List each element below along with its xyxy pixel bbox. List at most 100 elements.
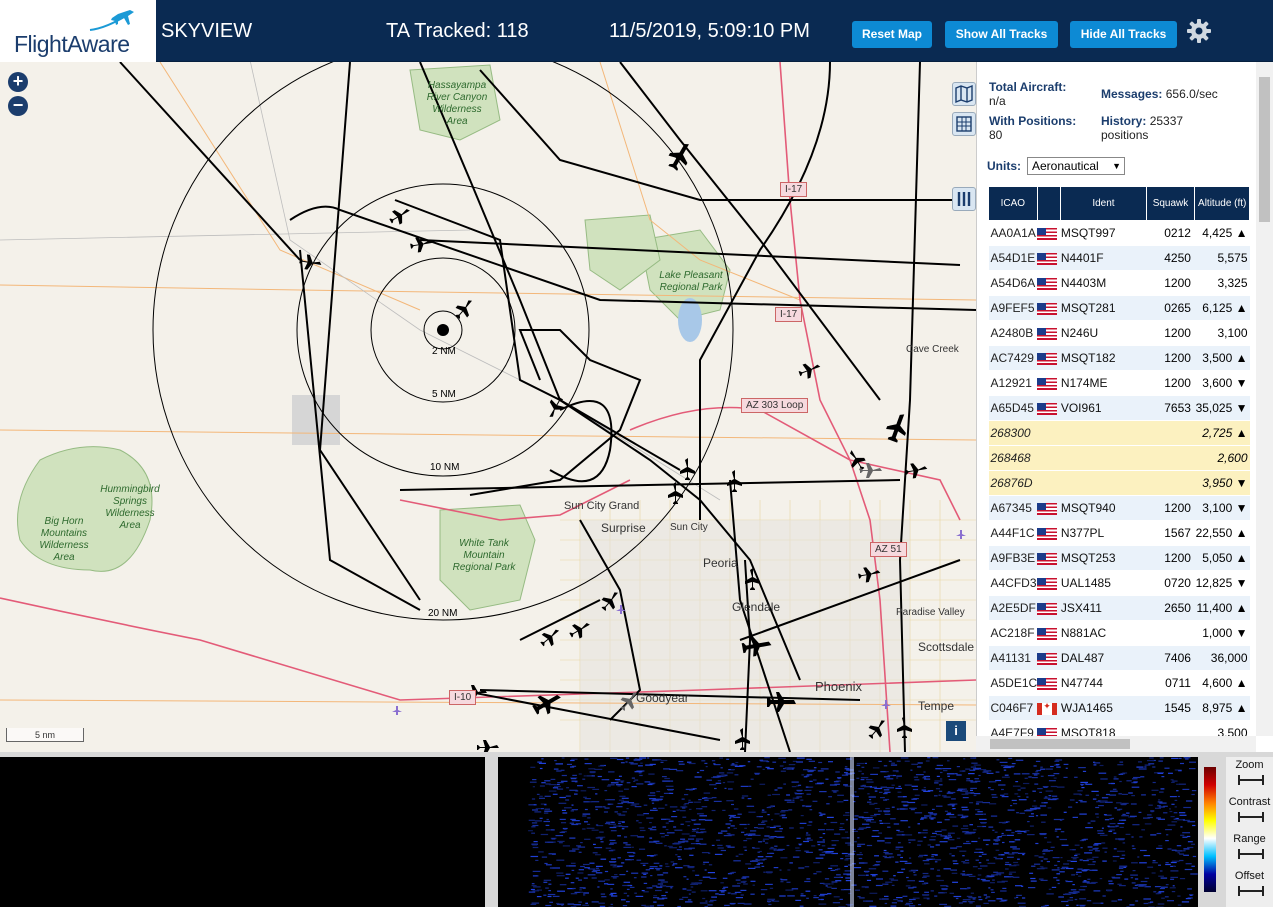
table-row[interactable]: 268468 2,600	[988, 445, 1250, 471]
total-aircraft-value: n/a	[989, 94, 1006, 108]
with-positions-label: With Positions:	[989, 114, 1077, 128]
cell-squawk: 1200	[1146, 545, 1195, 571]
cell-squawk	[1146, 470, 1195, 496]
column-header-icao[interactable]: ICAO	[988, 186, 1038, 221]
cell-squawk: 7653	[1146, 395, 1195, 421]
cell-ident	[1060, 420, 1147, 446]
column-header-squawk[interactable]: Squawk	[1145, 186, 1196, 221]
cell-squawk: 1567	[1146, 520, 1195, 546]
city-label: Paradise Valley	[896, 607, 965, 618]
cell-squawk: 1200	[1146, 320, 1195, 346]
cell-flag	[1037, 245, 1061, 271]
cell-icao: A54D1E	[988, 245, 1038, 271]
table-row[interactable]: A65D45 VOI961 7653 35,025 ▼	[988, 395, 1250, 421]
zoom-out-button[interactable]: −	[8, 96, 28, 116]
hide-all-tracks-button[interactable]: Hide All Tracks	[1070, 21, 1177, 48]
flag-us-icon	[1037, 602, 1058, 615]
offset-label: Offset	[1234, 870, 1265, 882]
table-row[interactable]: A12921 N174ME 1200 3,600 ▼	[988, 370, 1250, 396]
columns-toggle-icon[interactable]	[952, 187, 976, 211]
cell-flag	[1037, 220, 1061, 246]
cell-altitude: 5,575	[1194, 245, 1250, 271]
table-row[interactable]: AA0A1A MSQT997 0212 4,425 ▲	[988, 220, 1250, 246]
info-icon[interactable]: i	[946, 721, 966, 741]
map-layers-icon[interactable]	[952, 82, 976, 106]
horizontal-scrollbar[interactable]	[976, 736, 1256, 752]
cell-altitude: 3,950 ▼	[1194, 470, 1250, 496]
vertical-scrollbar[interactable]	[1256, 62, 1273, 736]
timestamp: 11/5/2019, 5:09:10 PM	[609, 20, 810, 42]
table-row[interactable]: A5DE1C N47744 0711 4,600 ▲	[988, 670, 1250, 696]
table-row[interactable]: A44F1C N377PL 1567 22,550 ▲	[988, 520, 1250, 546]
flightaware-logo[interactable]: FlightAware	[0, 0, 156, 62]
table-row[interactable]: C046F7 WJA146515458,975 ▲	[988, 695, 1250, 721]
cell-altitude: 4,425 ▲	[1194, 220, 1250, 246]
contrast-slider[interactable]	[1238, 812, 1264, 822]
flag-us-icon	[1037, 377, 1058, 390]
cell-altitude: 11,400 ▲	[1194, 595, 1250, 621]
zoom-slider[interactable]	[1238, 775, 1264, 785]
table-row[interactable]: AC218F N881AC 1,000 ▼	[988, 620, 1250, 646]
table-row[interactable]: A54D6A N4403M 1200 3,325	[988, 270, 1250, 296]
range-slider[interactable]	[1238, 849, 1264, 859]
flag-ca-icon	[1037, 701, 1058, 715]
units-select[interactable]: Aeronautical ▼	[1027, 157, 1125, 175]
cell-icao: 268468	[988, 445, 1038, 471]
aircraft-panel: Total Aircraft: n/a With Positions: 80 M…	[976, 62, 1273, 752]
zoom-in-button[interactable]: +	[8, 72, 28, 92]
table-row[interactable]: A41131 DAL487 7406 36,000	[988, 645, 1250, 671]
cell-squawk: 1200	[1146, 370, 1195, 396]
table-row[interactable]: A9FEF5 MSQT281 0265 6,125 ▲	[988, 295, 1250, 321]
cell-ident	[1060, 470, 1147, 496]
column-header-flag[interactable]	[1036, 186, 1062, 221]
cell-squawk: 7406	[1146, 645, 1195, 671]
cell-ident	[1060, 445, 1147, 471]
cell-altitude: 2,600	[1194, 445, 1250, 471]
cell-flag	[1037, 320, 1061, 346]
offset-slider[interactable]	[1238, 886, 1264, 896]
table-row[interactable]: 268300 2,725 ▲	[988, 420, 1250, 446]
column-header-altitude[interactable]: Altitude (ft)	[1194, 186, 1250, 221]
flag-us-icon	[1037, 652, 1058, 665]
cell-altitude: 36,000	[1194, 645, 1250, 671]
grid-icon[interactable]	[952, 112, 976, 136]
history-stat: History: 25337 positions	[1101, 114, 1211, 142]
highway-shield: I-17	[775, 307, 803, 322]
table-row[interactable]: AC7429 MSQT182 1200 3,500 ▲	[988, 345, 1250, 371]
cell-altitude: 5,050 ▲	[1194, 545, 1250, 571]
area-label: Big Horn Mountains Wilderness Area	[39, 516, 89, 563]
city-label: Cave Creek	[906, 344, 959, 355]
cell-ident: WJA1465	[1060, 695, 1147, 721]
zoom-label: Zoom	[1235, 759, 1264, 771]
cell-icao: A41131	[988, 645, 1038, 671]
scroll-thumb[interactable]	[990, 739, 1130, 749]
scroll-thumb[interactable]	[1259, 77, 1270, 222]
table-row[interactable]: A54D1E N4401F 4250 5,575	[988, 245, 1250, 271]
messages-stat: Messages: 656.0/sec	[1101, 87, 1218, 101]
table-row[interactable]: A4CFD3 UAL1485 0720 12,825 ▼	[988, 570, 1250, 596]
cell-flag	[1037, 370, 1061, 396]
cell-altitude: 3,600 ▼	[1194, 370, 1250, 396]
table-row[interactable]: A2480B N246U 1200 3,100	[988, 320, 1250, 346]
show-all-tracks-button[interactable]: Show All Tracks	[945, 21, 1058, 48]
cell-squawk: 2650	[1146, 595, 1195, 621]
cell-icao: A67345	[988, 495, 1038, 521]
reset-map-button[interactable]: Reset Map	[852, 21, 932, 48]
table-row[interactable]: A2E5DF JSX411 2650 11,400 ▲	[988, 595, 1250, 621]
map-canvas[interactable]	[0, 62, 976, 752]
flag-us-icon	[1037, 252, 1058, 265]
ring-label-20nm: 20 NM	[428, 608, 458, 619]
table-row[interactable]: A9FB3E MSQT253 1200 5,050 ▲	[988, 545, 1250, 571]
map-view[interactable]: + − 2 NM 5 NM 10 NM 20 NM Hassayampa Riv…	[0, 62, 976, 752]
gear-icon[interactable]	[1186, 18, 1212, 44]
cell-ident: N4401F	[1060, 245, 1147, 271]
cell-flag	[1037, 545, 1061, 571]
flag-us-icon	[1037, 527, 1058, 540]
cell-squawk	[1146, 420, 1195, 446]
table-row[interactable]: A67345 MSQT940 1200 3,100 ▼	[988, 495, 1250, 521]
cell-squawk: 0265	[1146, 295, 1195, 321]
column-header-ident[interactable]: Ident	[1060, 186, 1147, 221]
cell-flag	[1037, 595, 1061, 621]
cell-ident: MSQT997	[1060, 220, 1147, 246]
table-row[interactable]: 26876D 3,950 ▼	[988, 470, 1250, 496]
